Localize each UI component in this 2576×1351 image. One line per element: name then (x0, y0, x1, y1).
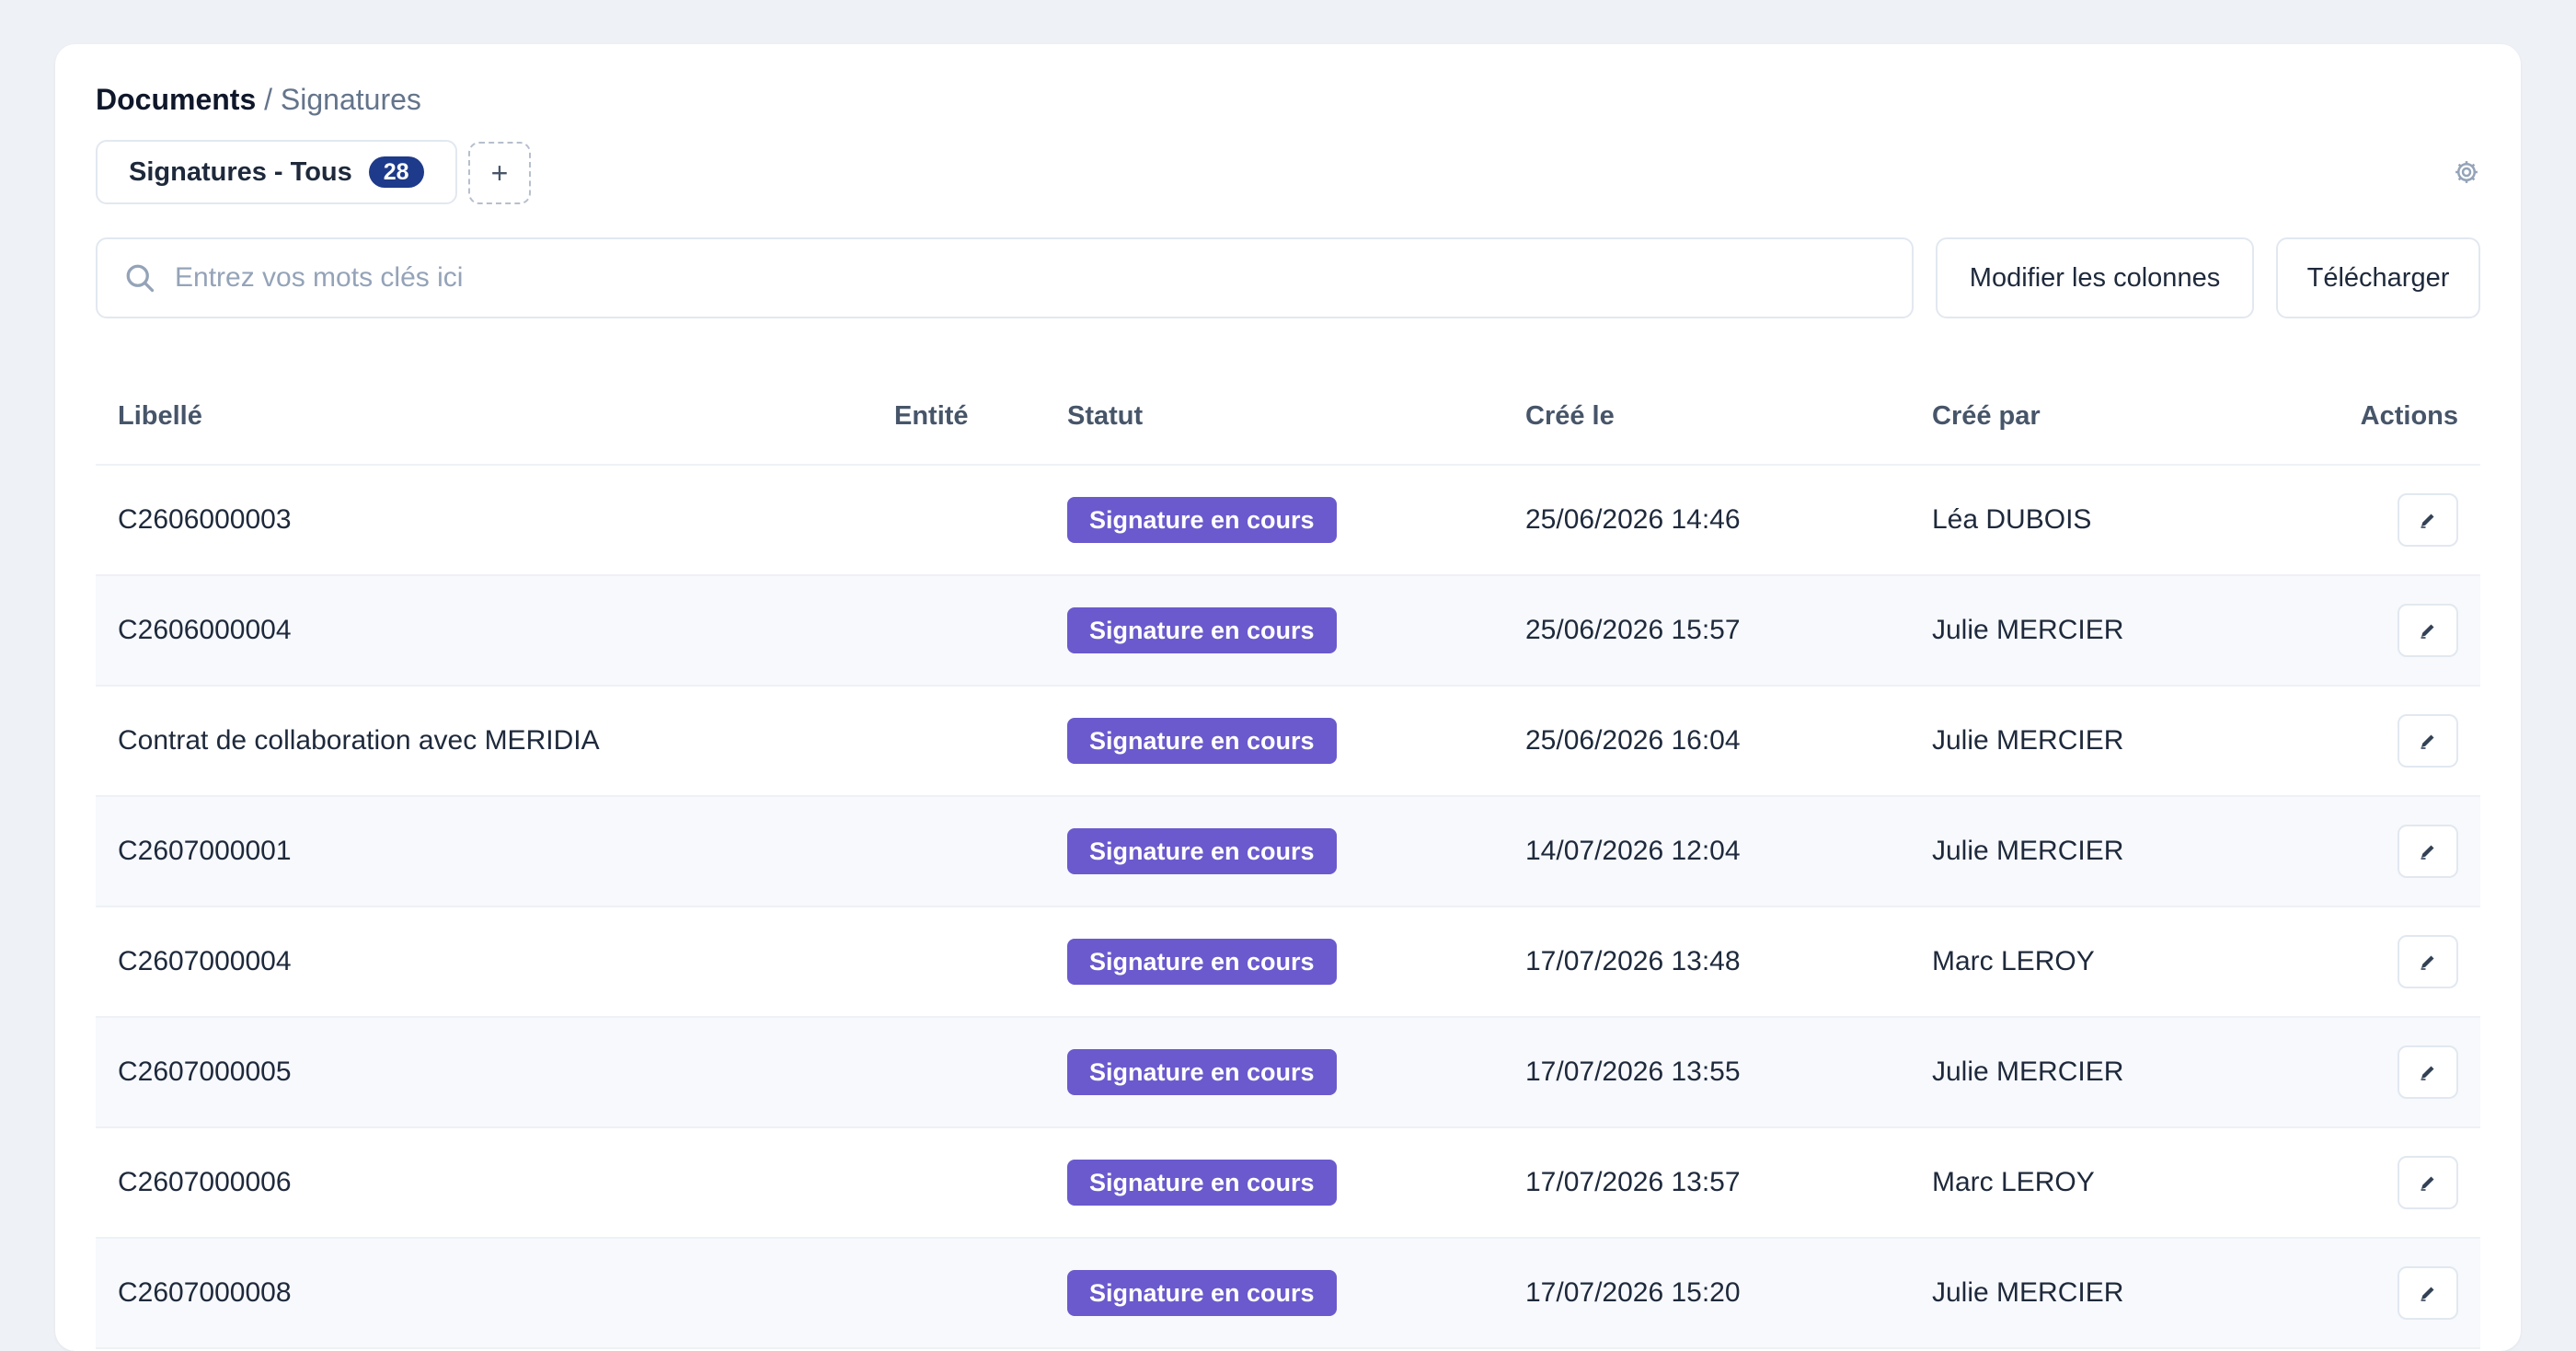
cell-created-at: 25/06/2026 16:04 (1525, 725, 1741, 756)
cell-created-at: 25/06/2026 14:46 (1525, 504, 1741, 535)
status-badge: Signature en cours (1067, 1049, 1337, 1095)
status-badge: Signature en cours (1067, 718, 1337, 764)
cell-status: Signature en cours (1067, 828, 1525, 874)
cell-label[interactable]: C2607000006 (96, 1167, 894, 1198)
search-input[interactable] (173, 249, 1912, 306)
search-icon (126, 264, 155, 293)
table-row[interactable]: C2607000001 Signature en cours 14/07/2026 … (96, 797, 2480, 907)
cell-status: Signature en cours (1067, 939, 1525, 985)
breadcrumb-current: Signatures (280, 83, 421, 116)
search-box (96, 237, 1914, 318)
pencil-icon (2421, 734, 2434, 749)
pencil-icon (2421, 845, 2434, 860)
table-row[interactable]: C2607000006 Signature en cours 17/07/2026 … (96, 1128, 2480, 1239)
pencil-icon (2421, 624, 2434, 639)
edit-columns-button[interactable]: Modifier les colonnes (1936, 237, 2254, 318)
pencil-icon (2421, 1287, 2434, 1301)
add-view-button[interactable]: + (468, 142, 531, 204)
table-row[interactable]: C2606000003 Signature en cours 25/06/2026 … (96, 466, 2480, 576)
pencil-icon (2421, 1066, 2434, 1080)
cell-created-at: 17/07/2026 13:55 (1525, 1057, 1741, 1087)
table-body: C2606000003 Signature en cours 25/06/2026 … (96, 466, 2480, 1349)
status-badge: Signature en cours (1067, 1270, 1337, 1316)
cell-created-by: Julie MERCIER (1932, 615, 2124, 645)
cell-label[interactable]: Contrat de collaboration avec MERIDIA (96, 725, 894, 756)
cell-actions (2300, 1266, 2480, 1320)
pencil-icon (2421, 514, 2434, 528)
cell-status: Signature en cours (1067, 1049, 1525, 1095)
download-button[interactable]: Télécharger (2276, 237, 2480, 318)
status-badge: Signature en cours (1067, 607, 1337, 653)
breadcrumb-separator: / (264, 83, 273, 116)
cell-label[interactable]: C2607000005 (96, 1057, 894, 1088)
cell-actions (2300, 825, 2480, 878)
pencil-icon (2421, 1176, 2434, 1191)
cell-actions (2300, 935, 2480, 988)
cell-label[interactable]: C2606000003 (96, 504, 894, 536)
signatures-table: Libellé Entité Statut Créé le Créé par A… (96, 368, 2480, 1349)
cell-actions (2300, 493, 2480, 547)
table-row[interactable]: C2607000005 Signature en cours 17/07/2026 … (96, 1018, 2480, 1128)
column-header-label[interactable]: Libellé (96, 401, 894, 432)
edit-button[interactable] (2398, 935, 2458, 988)
cell-actions (2300, 1045, 2480, 1099)
view-tab-signatures-all[interactable]: Signatures - Tous 28 (96, 140, 457, 204)
cell-created-at: 14/07/2026 12:04 (1525, 836, 1741, 866)
table-row[interactable]: Contrat de collaboration avec MERIDIA Sig… (96, 687, 2480, 797)
cell-created-by: Julie MERCIER (1932, 1277, 2124, 1308)
cell-created-at: 17/07/2026 13:57 (1525, 1167, 1741, 1197)
cell-status: Signature en cours (1067, 1270, 1525, 1316)
column-header-created-at[interactable]: Créé le (1525, 401, 1932, 432)
cell-label[interactable]: C2607000004 (96, 946, 894, 977)
column-header-actions: Actions (2360, 400, 2458, 431)
status-badge: Signature en cours (1067, 828, 1337, 874)
view-tab-label: Signatures - Tous (129, 156, 352, 187)
cell-label[interactable]: C2607000001 (96, 836, 894, 867)
breadcrumb-root[interactable]: Documents (96, 83, 256, 116)
table-row[interactable]: C2606000004 Signature en cours 25/06/2026 … (96, 576, 2480, 687)
pencil-icon (2421, 955, 2434, 970)
status-badge: Signature en cours (1067, 1160, 1337, 1206)
cell-created-at: 25/06/2026 15:57 (1525, 615, 1741, 645)
table-row[interactable]: C2607000008 Signature en cours 17/07/2026 … (96, 1239, 2480, 1349)
cell-status: Signature en cours (1067, 497, 1525, 543)
cell-created-by: Julie MERCIER (1932, 836, 2124, 866)
edit-button[interactable] (2398, 604, 2458, 657)
main-card: Documents / Signatures Signatures - Tous… (55, 44, 2521, 1351)
count-badge: 28 (368, 156, 424, 188)
cell-actions (2300, 714, 2480, 768)
cell-created-at: 17/07/2026 15:20 (1525, 1277, 1741, 1308)
breadcrumb: Documents / Signatures (96, 81, 421, 118)
cell-status: Signature en cours (1067, 1160, 1525, 1206)
cell-created-at: 17/07/2026 13:48 (1525, 946, 1741, 976)
edit-button[interactable] (2398, 1266, 2458, 1320)
gear-icon[interactable] (2453, 158, 2480, 186)
table-header: Libellé Entité Statut Créé le Créé par A… (96, 368, 2480, 466)
cell-created-by: Julie MERCIER (1932, 725, 2124, 756)
status-badge: Signature en cours (1067, 939, 1337, 985)
cell-actions (2300, 604, 2480, 657)
column-header-entity[interactable]: Entité (894, 401, 1067, 432)
edit-button[interactable] (2398, 493, 2458, 547)
edit-button[interactable] (2398, 1156, 2458, 1209)
cell-label[interactable]: C2606000004 (96, 615, 894, 646)
table-row[interactable]: C2607000004 Signature en cours 17/07/2026 … (96, 907, 2480, 1018)
edit-button[interactable] (2398, 825, 2458, 878)
status-badge: Signature en cours (1067, 497, 1337, 543)
column-header-status[interactable]: Statut (1067, 401, 1525, 432)
cell-status: Signature en cours (1067, 607, 1525, 653)
cell-label[interactable]: C2607000008 (96, 1277, 894, 1309)
edit-button[interactable] (2398, 714, 2458, 768)
cell-created-by: Léa DUBOIS (1932, 504, 2092, 535)
cell-status: Signature en cours (1067, 718, 1525, 764)
cell-created-by: Julie MERCIER (1932, 1057, 2124, 1087)
edit-button[interactable] (2398, 1045, 2458, 1099)
cell-created-by: Marc LEROY (1932, 946, 2095, 976)
cell-created-by: Marc LEROY (1932, 1167, 2095, 1197)
column-header-created-by[interactable]: Créé par (1932, 401, 2300, 432)
cell-actions (2300, 1156, 2480, 1209)
